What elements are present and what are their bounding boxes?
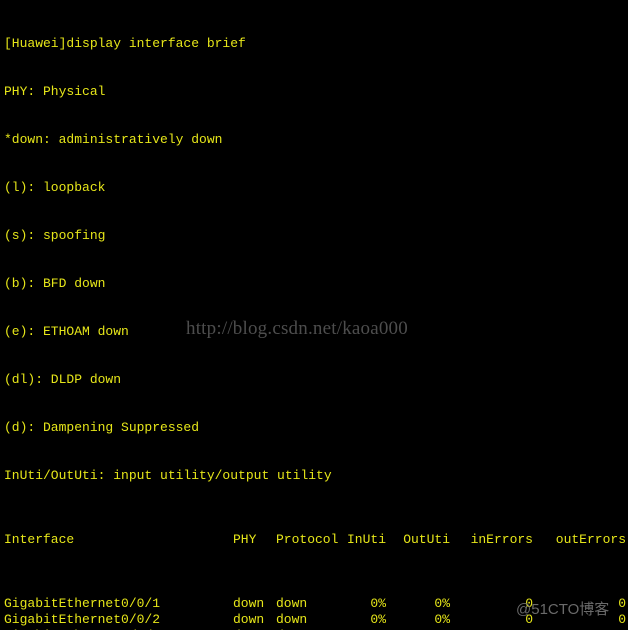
- legend-line-ethoam-down: (e): ETHOAM down: [4, 324, 129, 339]
- column-header-phy: PHY: [233, 532, 257, 547]
- cell-phy: down: [233, 596, 265, 611]
- cell-out-errors: 0: [618, 612, 626, 627]
- cell-out-uti: 0%: [434, 596, 450, 611]
- cell-in-errors: 0: [525, 596, 533, 611]
- cell-in-uti: 0%: [370, 596, 386, 611]
- legend-line-loopback: (l): loopback: [4, 180, 106, 195]
- column-header-out-uti: OutUti: [403, 532, 450, 547]
- column-header-in-uti: InUti: [346, 532, 386, 547]
- cell-out-errors: 0: [618, 596, 626, 611]
- table-row: GigabitEthernet0/0/2 down down 0% 0% 0 0: [4, 612, 628, 628]
- cell-protocol: down: [276, 612, 308, 627]
- legend-line-phy: PHY: Physical: [4, 84, 106, 99]
- legend-line-bfd-down: (b): BFD down: [4, 276, 106, 291]
- cell-protocol: down: [276, 596, 308, 611]
- cell-interface: GigabitEthernet0/0/1: [4, 596, 161, 611]
- terminal-screen[interactable]: [Huawei]display interface brief PHY: Phy…: [0, 0, 628, 630]
- legend-line-dampening: (d): Dampening Suppressed: [4, 420, 200, 435]
- command-line: [Huawei]display interface brief: [4, 36, 246, 51]
- cell-phy: down: [233, 612, 265, 627]
- legend-line-inuti-oututi: InUti/OutUti: input utility/output utili…: [4, 468, 332, 483]
- interface-table-body: GigabitEthernet0/0/1 down down 0% 0% 0 0 Gigabi…: [4, 596, 628, 630]
- column-header-in-errors: inErrors: [470, 532, 533, 547]
- column-header-out-errors: outErrors: [555, 532, 626, 547]
- cell-interface: GigabitEthernet0/0/2: [4, 612, 161, 627]
- column-header-interface: Interface: [4, 532, 75, 547]
- cell-in-uti: 0%: [370, 612, 386, 627]
- cell-in-errors: 0: [525, 612, 533, 627]
- table-row: GigabitEthernet0/0/1 down down 0% 0% 0 0: [4, 596, 628, 612]
- legend-line-admin-down: *down: administratively down: [4, 132, 223, 147]
- cell-out-uti: 0%: [434, 612, 450, 627]
- legend-line-spoofing: (s): spoofing: [4, 228, 106, 243]
- table-header-row: Interface PHY Protocol InUti OutUti inEr…: [4, 532, 628, 548]
- legend-line-dldp-down: (dl): DLDP down: [4, 372, 122, 387]
